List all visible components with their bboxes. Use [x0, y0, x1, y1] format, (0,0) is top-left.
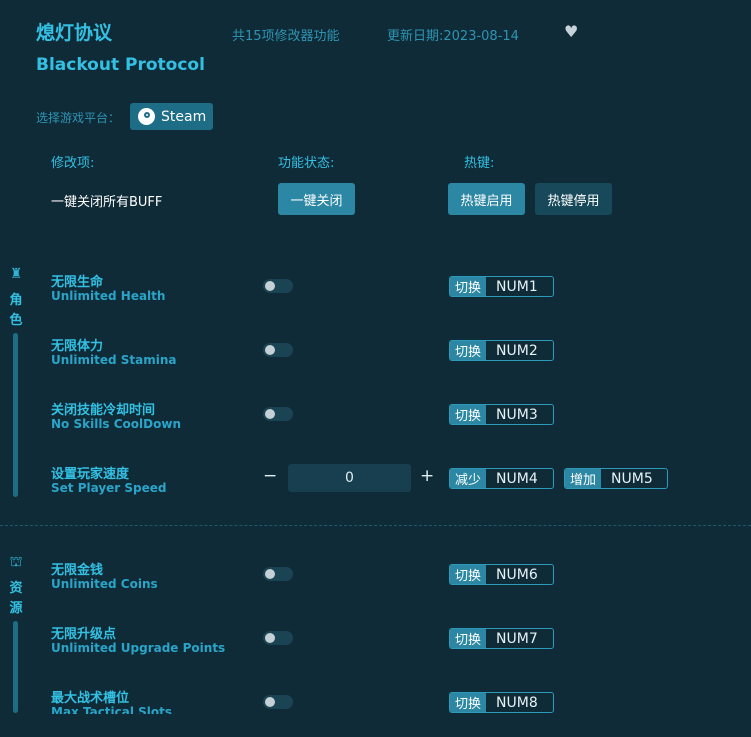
mod-name-cn: 无限金钱 — [51, 563, 104, 578]
mod-name-cn: 最大战术槽位 — [51, 691, 130, 706]
column-header-mod: 修改项: — [51, 156, 95, 171]
key-value: NUM4 — [496, 470, 538, 487]
hotkey-no-skills-cooldown[interactable]: 切换 NUM3 — [449, 404, 554, 425]
unlimited-coins-toggle[interactable] — [263, 567, 293, 581]
steam-icon — [138, 108, 155, 125]
section-divider — [0, 525, 751, 526]
mod-name-cn: 关闭技能冷却时间 — [51, 403, 156, 418]
mod-name-en: Unlimited Coins — [51, 577, 158, 591]
key-tag: 切换 — [450, 277, 487, 296]
mod-name-en: No Skills CoolDown — [51, 417, 181, 431]
no-skills-cooldown-toggle[interactable] — [263, 407, 293, 421]
game-title-cn: 熄灯协议 — [36, 22, 113, 44]
heart-icon[interactable]: ♥ — [564, 22, 578, 41]
mod-name-cn: 设置玩家速度 — [51, 467, 130, 482]
resource-icon: ⛫ — [9, 554, 23, 570]
key-value: NUM5 — [611, 470, 653, 487]
hotkey-unlimited-upgrade-points[interactable]: 切换 NUM7 — [449, 628, 554, 649]
key-value: NUM8 — [496, 694, 538, 711]
feature-count: 共15项修改器功能 — [232, 29, 340, 44]
speed-increment-button[interactable]: + — [420, 466, 434, 486]
steam-platform-button[interactable]: Steam — [130, 103, 213, 130]
oneclick-label: 一键关闭所有BUFF — [51, 195, 163, 210]
hotkey-unlimited-coins[interactable]: 切换 NUM6 — [449, 564, 554, 585]
oneclick-close-button[interactable]: 一键关闭 — [278, 183, 355, 215]
game-title-en: Blackout Protocol — [36, 55, 205, 75]
hotkey-unlimited-health[interactable]: 切换 NUM1 — [449, 276, 554, 297]
hotkey-max-tactical-slots[interactable]: 切换 NUM8 — [449, 692, 554, 713]
key-value: NUM6 — [496, 566, 538, 583]
speed-decrement-button[interactable]: − — [263, 466, 277, 486]
hotkey-speed-decrease[interactable]: 减少 NUM4 — [449, 468, 554, 489]
player-speed-input[interactable]: 0 — [288, 464, 411, 492]
key-value: NUM3 — [496, 406, 538, 423]
key-value: NUM2 — [496, 342, 538, 359]
key-tag: 切换 — [450, 405, 487, 424]
column-header-hotkey: 热键: — [464, 156, 495, 171]
mod-name-cn: 无限体力 — [51, 339, 104, 354]
clipped-row-container: 最大战术槽位 Max Tactical Slots — [0, 680, 751, 714]
hotkey-speed-increase[interactable]: 增加 NUM5 — [564, 468, 668, 489]
steam-label: Steam — [161, 108, 207, 125]
key-tag: 切换 — [450, 693, 487, 712]
key-value: NUM7 — [496, 630, 538, 647]
section-label-character: 角色 — [9, 293, 23, 328]
hotkey-enable-button[interactable]: 热键启用 — [448, 183, 525, 215]
character-icon: ♜ — [9, 266, 23, 282]
mod-name-cn: 无限升级点 — [51, 627, 117, 642]
mod-name-en: Unlimited Health — [51, 289, 166, 303]
max-tactical-slots-toggle[interactable] — [263, 695, 293, 709]
mod-name-en: Unlimited Stamina — [51, 353, 177, 367]
section-label-resource: 资源 — [9, 581, 23, 616]
update-date: 更新日期:2023-08-14 — [387, 29, 519, 44]
unlimited-upgrade-points-toggle[interactable] — [263, 631, 293, 645]
key-value: NUM1 — [496, 278, 538, 295]
key-tag: 切换 — [450, 565, 487, 584]
mod-name-en: Unlimited Upgrade Points — [51, 641, 226, 655]
key-tag: 切换 — [450, 341, 487, 360]
column-header-status: 功能状态: — [278, 156, 335, 171]
unlimited-health-toggle[interactable] — [263, 279, 293, 293]
hotkey-disable-button[interactable]: 热键停用 — [535, 183, 612, 215]
platform-label: 选择游戏平台： — [36, 111, 121, 125]
mod-name-en: Set Player Speed — [51, 481, 167, 495]
mod-name-cn: 无限生命 — [51, 275, 104, 290]
key-tag: 切换 — [450, 629, 487, 648]
key-tag: 减少 — [450, 469, 487, 488]
unlimited-stamina-toggle[interactable] — [263, 343, 293, 357]
mod-name-en: Max Tactical Slots — [51, 705, 173, 714]
hotkey-unlimited-stamina[interactable]: 切换 NUM2 — [449, 340, 554, 361]
key-tag: 增加 — [565, 469, 602, 488]
section-bar-character — [13, 333, 18, 497]
